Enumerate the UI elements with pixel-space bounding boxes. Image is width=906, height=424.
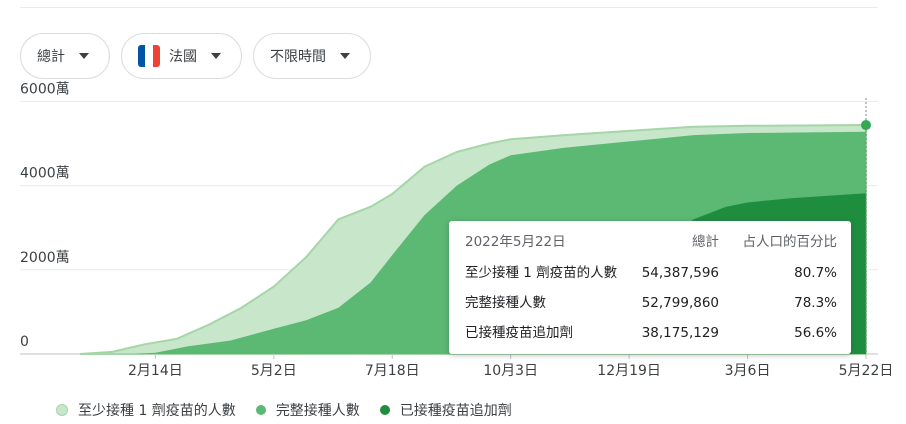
tooltip-col-pct: 占人口的百分比 [742, 234, 838, 250]
tooltip-series-total: 38,175,129 [641, 325, 719, 341]
x-tick-label: 3月6日 [725, 363, 771, 379]
tooltip-header: 2022年5月22日 總計 占人口的百分比 [465, 232, 837, 252]
tooltip-series-total: 52,799,860 [641, 295, 719, 311]
hover-point [861, 120, 871, 131]
x-tick-label: 5月22日 [839, 363, 894, 379]
x-tick-label: 7月18日 [365, 363, 420, 379]
tooltip-col-total: 總計 [692, 234, 719, 250]
legend-swatch [56, 404, 68, 416]
tooltip-row-booster: 已接種疫苗追加劑 38,175,129 56.6% [465, 323, 837, 343]
legend-label: 至少接種 1 劑疫苗的人數 [78, 403, 236, 419]
y-tick-label: 2000萬 [20, 250, 70, 266]
x-tick-label: 2月14日 [128, 363, 183, 379]
tooltip-series-total: 54,387,596 [641, 265, 719, 281]
data-tooltip: 2022年5月22日 總計 占人口的百分比 至少接種 1 劑疫苗的人數 54,3… [449, 221, 851, 354]
x-tick-label: 10月3日 [483, 363, 538, 379]
legend-item-at-least-one[interactable]: 至少接種 1 劑疫苗的人數 [56, 400, 236, 420]
tooltip-series-pct: 56.6% [794, 325, 837, 341]
tooltip-series-name: 至少接種 1 劑疫苗的人數 [465, 265, 618, 281]
y-tick-label: 0 [20, 334, 29, 350]
tooltip-row-fully: 完整接種人數 52,799,860 78.3% [465, 293, 837, 313]
tooltip-series-pct: 80.7% [794, 265, 837, 281]
x-tick-label: 5月2日 [251, 363, 297, 379]
legend-item-booster[interactable]: 已接種疫苗追加劑 [379, 400, 512, 420]
x-axis-labels: 2月14日 5月2日 7月18日 10月3日 12月19日 3月6日 5月22日 [128, 354, 893, 379]
tooltip-series-name: 完整接種人數 [465, 295, 546, 311]
tooltip-row-at-least-one: 至少接種 1 劑疫苗的人數 54,387,596 80.7% [465, 263, 837, 283]
chart-legend: 至少接種 1 劑疫苗的人數 完整接種人數 已接種疫苗追加劑 [56, 400, 532, 420]
tooltip-series-name: 已接種疫苗追加劑 [465, 325, 573, 341]
legend-label: 已接種疫苗追加劑 [399, 403, 512, 419]
tooltip-series-pct: 78.3% [794, 295, 837, 311]
y-tick-label: 4000萬 [20, 166, 70, 182]
y-tick-label: 6000萬 [20, 81, 70, 97]
legend-swatch [255, 405, 266, 415]
x-tick-label: 12月19日 [597, 363, 661, 379]
legend-swatch [379, 405, 390, 415]
legend-item-fully[interactable]: 完整接種人數 [255, 400, 360, 420]
legend-label: 完整接種人數 [275, 403, 360, 419]
y-axis-labels: 0 2000萬 4000萬 6000萬 [20, 81, 70, 350]
tooltip-date: 2022年5月22日 [465, 234, 566, 250]
